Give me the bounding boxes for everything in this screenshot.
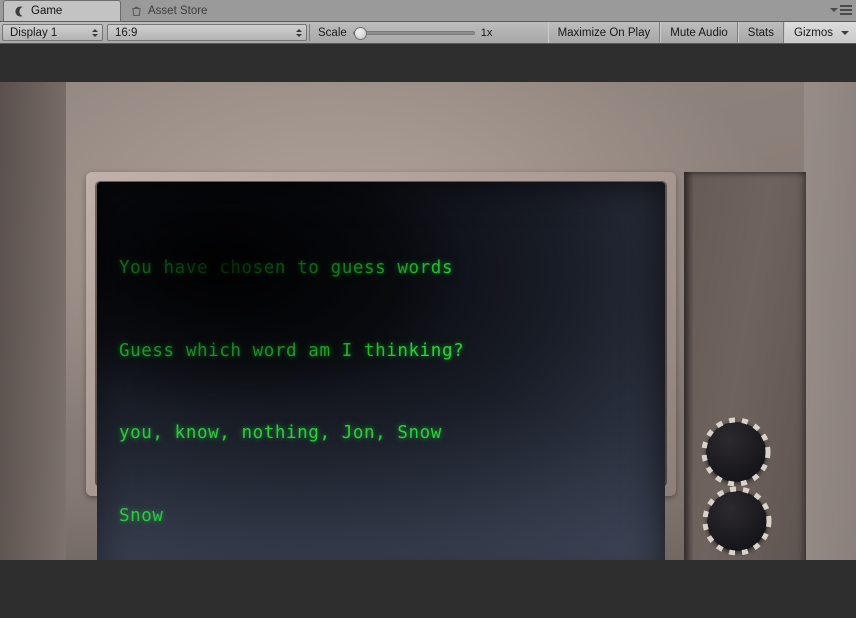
tab-strip: Game Asset Store bbox=[0, 0, 856, 22]
terminal-output: You have chosen to guess words Guess whi… bbox=[97, 182, 665, 560]
chevron-down-icon bbox=[830, 8, 838, 12]
brightness-knob[interactable] bbox=[702, 486, 772, 556]
mute-audio-button[interactable]: Mute Audio bbox=[660, 22, 738, 43]
gizmos-button[interactable]: Gizmos bbox=[784, 22, 856, 43]
stats-button[interactable]: Stats bbox=[737, 22, 785, 43]
aspect-ratio-label: 16:9 bbox=[115, 26, 138, 39]
terminal-line: Snow bbox=[119, 505, 164, 526]
letterbox-top bbox=[0, 44, 856, 82]
game-view-canvas[interactable]: You have chosen to guess words Guess whi… bbox=[0, 44, 856, 618]
scale-value: 1x bbox=[480, 26, 493, 39]
scene-right-body bbox=[804, 82, 856, 560]
scene-left-shadow bbox=[0, 82, 66, 560]
gizmos-label: Gizmos bbox=[794, 26, 833, 39]
control-panel-left-lip bbox=[684, 172, 693, 560]
updown-arrows-icon bbox=[92, 28, 98, 37]
terminal-line: you, know, nothing, Jon, Snow bbox=[119, 423, 442, 443]
knob-ridges-icon bbox=[701, 417, 771, 487]
scale-slider[interactable] bbox=[352, 26, 475, 40]
maximize-on-play-button[interactable]: Maximize On Play bbox=[547, 22, 661, 43]
aspect-ratio-dropdown[interactable]: 16:9 bbox=[107, 24, 307, 41]
hamburger-menu-icon bbox=[840, 5, 852, 15]
retro-computer-scene: You have chosen to guess words Guess whi… bbox=[0, 82, 856, 560]
scale-slider-handle[interactable] bbox=[353, 26, 367, 40]
display-dropdown-label: Display 1 bbox=[10, 26, 58, 39]
updown-arrows-icon bbox=[296, 28, 302, 37]
game-view-toolbar: Display 1 16:9 Scale 1x Maximize On Play… bbox=[0, 22, 856, 44]
window-context-menu-button[interactable] bbox=[830, 5, 852, 15]
game-view-icon bbox=[13, 5, 26, 18]
stats-label: Stats bbox=[747, 26, 775, 39]
game-render-area: You have chosen to guess words Guess whi… bbox=[0, 44, 856, 618]
unity-editor-window: Game Asset Store Display 1 16:9 Scale 1x… bbox=[0, 0, 856, 618]
maximize-on-play-label: Maximize On Play bbox=[557, 26, 651, 39]
tab-game-label: Game bbox=[31, 5, 63, 17]
mute-audio-label: Mute Audio bbox=[670, 26, 728, 39]
letterbox-bottom bbox=[0, 566, 856, 618]
crt-screen: You have chosen to guess words Guess whi… bbox=[97, 182, 665, 560]
knob-ridges-icon bbox=[702, 486, 772, 556]
volume-knob[interactable] bbox=[701, 417, 771, 487]
tab-game[interactable]: Game bbox=[3, 0, 121, 21]
terminal-line: You have chosen to guess words bbox=[119, 258, 454, 278]
scale-control: Scale 1x bbox=[310, 22, 500, 43]
chevron-down-icon[interactable] bbox=[841, 30, 849, 35]
shopping-bag-icon bbox=[130, 4, 143, 17]
scale-label: Scale bbox=[318, 26, 347, 39]
display-dropdown[interactable]: Display 1 bbox=[2, 24, 103, 41]
terminal-line: Guess which word am I thinking? bbox=[119, 340, 465, 361]
tab-asset-store[interactable]: Asset Store bbox=[121, 0, 233, 21]
tab-asset-store-label: Asset Store bbox=[148, 4, 208, 17]
